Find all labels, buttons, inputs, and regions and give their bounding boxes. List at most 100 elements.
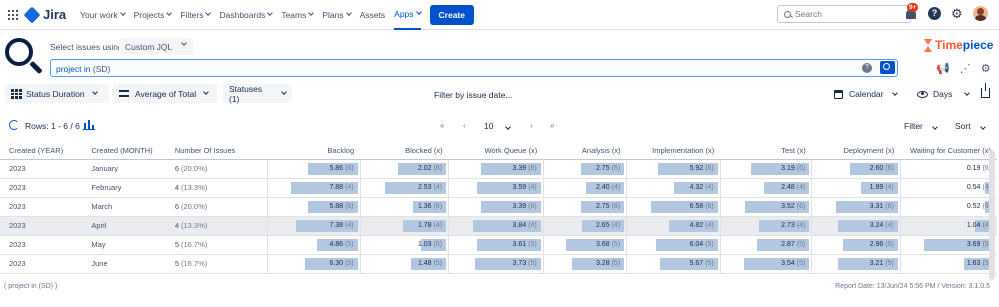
- duration-cell[interactable]: 1.63 (5): [899, 254, 997, 274]
- duration-cell[interactable]: 4.32 (4): [626, 178, 721, 198]
- calendar-dropdown[interactable]: Calendar: [834, 89, 898, 99]
- table-row[interactable]: 2023 June 5 (16.7%) 6.30 (5) 1.48 (5) 3.73 (5) 3.2…: [0, 254, 997, 274]
- duration-cell[interactable]: 2.02 (6): [359, 159, 449, 179]
- duration-cell[interactable]: 2.96 (5): [811, 235, 901, 255]
- duration-cell[interactable]: 0.54 (4): [899, 178, 997, 198]
- duration-cell[interactable]: 7.88 (4): [267, 178, 361, 198]
- duration-cell[interactable]: 2.65 (4): [542, 216, 627, 236]
- duration-cell[interactable]: 3.54 (5): [719, 254, 812, 274]
- days-dropdown[interactable]: Days: [917, 89, 971, 99]
- table-row[interactable]: 2023 April 4 (13.3%) 7.38 (4) 1.78 (4) 3.84 (4) 2.…: [0, 216, 997, 236]
- column-header[interactable]: Created (YEAR): [0, 143, 83, 160]
- duration-cell[interactable]: 3.39 (6): [448, 197, 544, 217]
- column-header[interactable]: Deployment (x): [811, 143, 901, 160]
- column-header[interactable]: Test (x): [720, 143, 812, 160]
- duration-cell[interactable]: 3.21 (5): [811, 254, 901, 274]
- duration-cell[interactable]: 3.68 (5): [542, 235, 627, 255]
- duration-cell[interactable]: 1.03 (5): [359, 235, 449, 255]
- megaphone-icon[interactable]: 📢: [936, 62, 950, 75]
- duration-cell[interactable]: 1.04 (4): [899, 216, 997, 236]
- nav-teams[interactable]: Teams: [281, 0, 315, 30]
- nav-your-work[interactable]: Your work: [80, 0, 126, 30]
- jql-help-icon[interactable]: ?: [862, 63, 872, 73]
- share-icon[interactable]: ⋰: [960, 62, 971, 75]
- last-page-icon[interactable]: »: [550, 121, 554, 130]
- status-duration-dropdown[interactable]: Status Duration: [5, 84, 109, 103]
- duration-cell[interactable]: 2.87 (5): [719, 235, 812, 255]
- duration-cell[interactable]: 2.40 (4): [542, 178, 627, 198]
- duration-cell[interactable]: 1.36 (6): [359, 197, 449, 217]
- duration-cell[interactable]: 3.69 (5): [899, 235, 997, 255]
- statuses-dropdown[interactable]: Statuses (1): [223, 84, 292, 104]
- nav-apps[interactable]: Apps: [394, 0, 422, 30]
- filter-by-date-button[interactable]: Filter by issue date...: [434, 90, 512, 100]
- refresh-icon[interactable]: [9, 120, 19, 130]
- create-button[interactable]: Create: [429, 4, 474, 25]
- duration-cell[interactable]: 7.38 (4): [267, 216, 361, 236]
- column-header[interactable]: Created (MONTH): [82, 143, 166, 160]
- column-header[interactable]: Analysis (x): [543, 143, 627, 160]
- duration-cell[interactable]: 6.30 (5): [267, 254, 361, 274]
- table-row[interactable]: 2023 May 5 (16.7%) 4.86 (5) 1.03 (5) 3.61 (5) 3.68…: [0, 235, 997, 255]
- next-page-icon[interactable]: ›: [530, 121, 533, 130]
- column-header[interactable]: Waiting for Customer (x): [900, 143, 997, 160]
- app-switcher-icon[interactable]: [8, 9, 18, 20]
- duration-cell[interactable]: 0.52 (6): [899, 197, 997, 217]
- table-scrollbar[interactable]: [989, 150, 995, 280]
- duration-cell[interactable]: 3.39 (6): [448, 159, 544, 179]
- duration-cell[interactable]: 3.73 (5): [448, 254, 544, 274]
- jira-logo[interactable]: Jira: [23, 6, 66, 23]
- duration-cell[interactable]: 3.24 (4): [811, 216, 901, 236]
- notifications-button[interactable]: 9+: [904, 3, 919, 21]
- duration-cell[interactable]: 3.31 (6): [811, 197, 901, 217]
- average-dropdown[interactable]: Average of Total: [113, 84, 217, 103]
- duration-cell[interactable]: 3.61 (5): [448, 235, 544, 255]
- nav-projects[interactable]: Projects: [134, 0, 173, 30]
- column-header[interactable]: Implementation (x): [626, 143, 721, 160]
- settings-icon[interactable]: ⚙: [981, 62, 991, 75]
- chart-toggle-icon[interactable]: [83, 120, 95, 130]
- table-row[interactable]: 2023 February 4 (13.3%) 7.88 (4) 2.53 (4) 3.59 (4…: [0, 178, 997, 198]
- avatar[interactable]: [972, 5, 988, 21]
- export-icon[interactable]: [981, 83, 990, 98]
- search-input[interactable]: Search: [777, 5, 911, 23]
- duration-cell[interactable]: 1.78 (4): [359, 216, 449, 236]
- duration-cell[interactable]: 3.28 (5): [542, 254, 627, 274]
- column-header[interactable]: Blocked (x): [360, 143, 449, 160]
- nav-filters[interactable]: Filters: [180, 0, 212, 30]
- column-header[interactable]: Number Of Issues: [165, 143, 268, 160]
- duration-cell[interactable]: 1.48 (5): [359, 254, 449, 274]
- duration-cell[interactable]: 5.92 (6): [626, 159, 721, 179]
- table-row[interactable]: 2023 March 6 (20.0%) 5.88 (6) 1.36 (6) 3.39 (6) 2.…: [0, 197, 997, 217]
- duration-cell[interactable]: 2.73 (4): [719, 216, 812, 236]
- footer-jql-link[interactable]: ( project in (SD) ): [4, 283, 57, 290]
- duration-cell[interactable]: 5.86 (6): [267, 159, 361, 179]
- column-header[interactable]: Work Queue (x): [448, 143, 544, 160]
- duration-cell[interactable]: 2.60 (6): [811, 159, 901, 179]
- duration-cell[interactable]: 2.75 (6): [542, 159, 627, 179]
- duration-cell[interactable]: 2.53 (4): [359, 178, 449, 198]
- duration-cell[interactable]: 3.84 (4): [448, 216, 544, 236]
- column-header[interactable]: Backlog: [267, 143, 361, 160]
- duration-cell[interactable]: 4.86 (5): [267, 235, 361, 255]
- duration-cell[interactable]: 3.19 (6): [719, 159, 812, 179]
- duration-cell[interactable]: 2.48 (4): [719, 178, 812, 198]
- prev-page-icon[interactable]: ‹: [463, 121, 466, 130]
- duration-cell[interactable]: 4.82 (4): [626, 216, 721, 236]
- nav-dashboards[interactable]: Dashboards: [219, 0, 274, 30]
- table-row[interactable]: 2023 January 6 (20.0%) 5.86 (6) 2.02 (6) 3.39 (6)…: [0, 159, 997, 179]
- first-page-icon[interactable]: «: [440, 121, 444, 130]
- filter-dropdown[interactable]: Filter: [904, 121, 939, 131]
- jql-query-input[interactable]: project in (SD) ?: [50, 59, 898, 77]
- duration-cell[interactable]: 2.75 (6): [542, 197, 627, 217]
- duration-cell[interactable]: 6.04 (5): [626, 235, 721, 255]
- duration-cell[interactable]: 5.67 (5): [626, 254, 721, 274]
- duration-cell[interactable]: 5.88 (6): [267, 197, 361, 217]
- help-icon[interactable]: ?: [928, 6, 941, 20]
- jql-search-button[interactable]: [880, 61, 895, 74]
- nav-plans[interactable]: Plans: [322, 0, 352, 30]
- duration-cell[interactable]: 3.59 (4): [448, 178, 544, 198]
- page-size-select[interactable]: 10: [484, 121, 511, 131]
- duration-cell[interactable]: 0.19 (6): [899, 159, 997, 179]
- duration-cell[interactable]: 3.52 (6): [719, 197, 812, 217]
